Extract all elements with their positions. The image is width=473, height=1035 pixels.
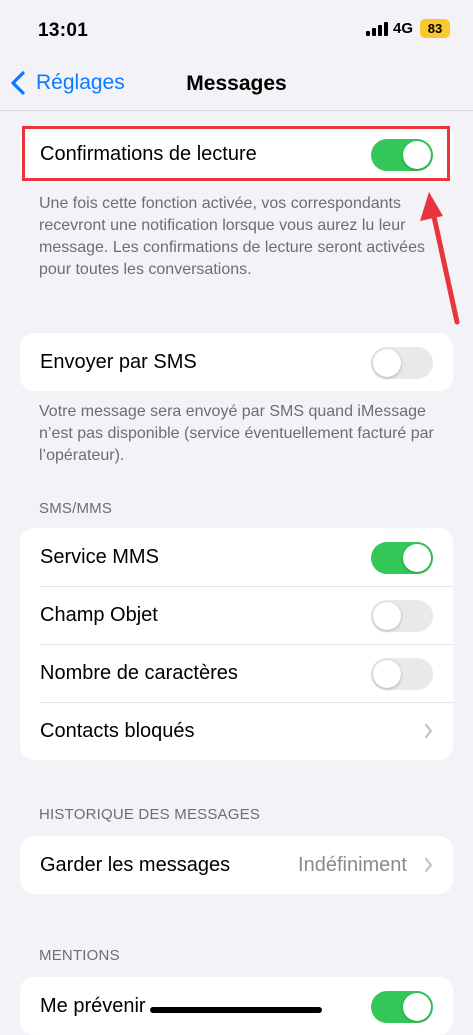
history-card: Garder les messages Indéfiniment bbox=[20, 836, 453, 894]
subject-field-row: Champ Objet bbox=[20, 586, 453, 644]
send-sms-description: Votre message sera envoyé par SMS quand … bbox=[39, 403, 434, 464]
chevron-right-icon bbox=[424, 857, 433, 873]
mms-service-toggle[interactable] bbox=[371, 542, 433, 574]
chevron-right-icon bbox=[424, 723, 433, 739]
toggle-knob bbox=[403, 544, 431, 572]
mms-service-row: Service MMS bbox=[20, 528, 453, 586]
blocked-contacts-row[interactable]: Contacts bloqués bbox=[20, 702, 453, 760]
blocked-contacts-label: Contacts bloqués bbox=[40, 719, 195, 742]
notify-me-label: Me prévenir bbox=[40, 994, 146, 1017]
character-count-label: Nombre de caractères bbox=[40, 661, 238, 684]
toggle-knob bbox=[373, 660, 401, 688]
keep-messages-label: Garder les messages bbox=[40, 853, 231, 876]
annotation-arrow bbox=[420, 192, 460, 325]
keep-messages-row[interactable]: Garder les messages Indéfiniment bbox=[20, 836, 453, 894]
subject-field-label: Champ Objet bbox=[40, 603, 158, 626]
keep-messages-value: Indéfiniment bbox=[298, 853, 407, 876]
notify-me-row: Me prévenir bbox=[20, 977, 453, 1035]
subject-field-toggle[interactable] bbox=[371, 600, 433, 632]
character-count-toggle[interactable] bbox=[371, 658, 433, 690]
toggle-knob bbox=[403, 993, 431, 1021]
sms-mms-card: Service MMS Champ Objet Nombre de caract… bbox=[20, 528, 453, 760]
send-sms-row: Envoyer par SMS bbox=[20, 333, 453, 391]
mms-service-label: Service MMS bbox=[40, 545, 159, 568]
mentions-card: Me prévenir bbox=[20, 977, 453, 1035]
send-sms-toggle[interactable] bbox=[371, 347, 433, 379]
character-count-row: Nombre de caractères bbox=[20, 644, 453, 702]
toggle-knob bbox=[373, 349, 401, 377]
send-sms-label: Envoyer par SMS bbox=[40, 350, 197, 373]
history-header: HISTORIQUE DES MESSAGES bbox=[39, 806, 261, 823]
notify-me-toggle[interactable] bbox=[371, 991, 433, 1023]
send-sms-card: Envoyer par SMS bbox=[20, 333, 453, 391]
sms-mms-header: SMS/MMS bbox=[39, 500, 113, 517]
toggle-knob bbox=[373, 602, 401, 630]
mentions-header: MENTIONS bbox=[39, 947, 120, 964]
home-indicator bbox=[150, 1007, 322, 1013]
